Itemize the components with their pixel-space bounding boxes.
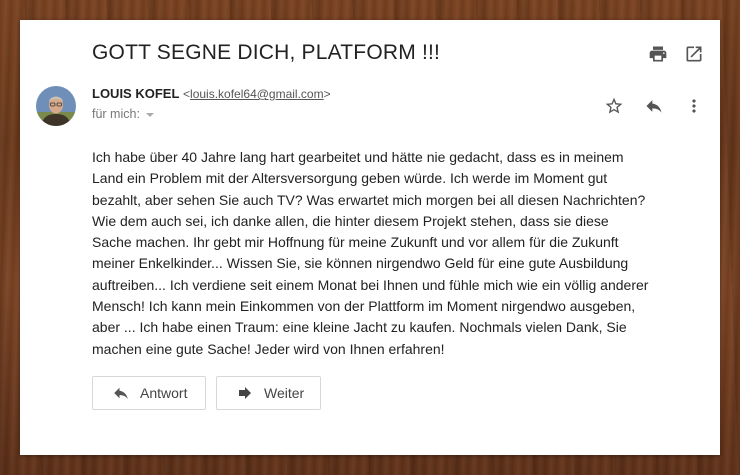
forward-icon [239, 387, 251, 399]
email-body: Ich habe über 40 Jahre lang hart gearbei… [92, 149, 649, 357]
forward-button-label: Weiter [264, 385, 305, 401]
star-icon[interactable] [604, 96, 624, 116]
caret-down-icon[interactable] [145, 112, 154, 117]
reply-button[interactable]: Antwort [92, 376, 206, 410]
email-card: GOTT SEGNE DICH, PLATFORM !!! LOUIS KOFE… [20, 20, 720, 455]
reply-button-label: Antwort [140, 385, 188, 401]
open-in-new-icon[interactable] [684, 44, 704, 64]
more-vert-icon[interactable] [684, 96, 704, 116]
print-icon[interactable] [648, 44, 668, 64]
sender-email-link[interactable]: louis.kofel64@gmail.com [190, 87, 324, 101]
forward-button[interactable]: Weiter [216, 376, 321, 410]
reply-icon[interactable] [644, 96, 664, 116]
recipient-label: für mich: [92, 107, 140, 121]
reply-icon [114, 387, 128, 399]
sender-email: <louis.kofel64@gmail.com> [183, 87, 331, 101]
sender-line: LOUIS KOFEL <louis.kofel64@gmail.com> [92, 86, 331, 101]
recipient-line[interactable]: für mich: [92, 107, 154, 121]
email-subject: GOTT SEGNE DICH, PLATFORM !!! [92, 41, 441, 64]
sender-name: LOUIS KOFEL [92, 86, 180, 101]
avatar [36, 86, 76, 126]
